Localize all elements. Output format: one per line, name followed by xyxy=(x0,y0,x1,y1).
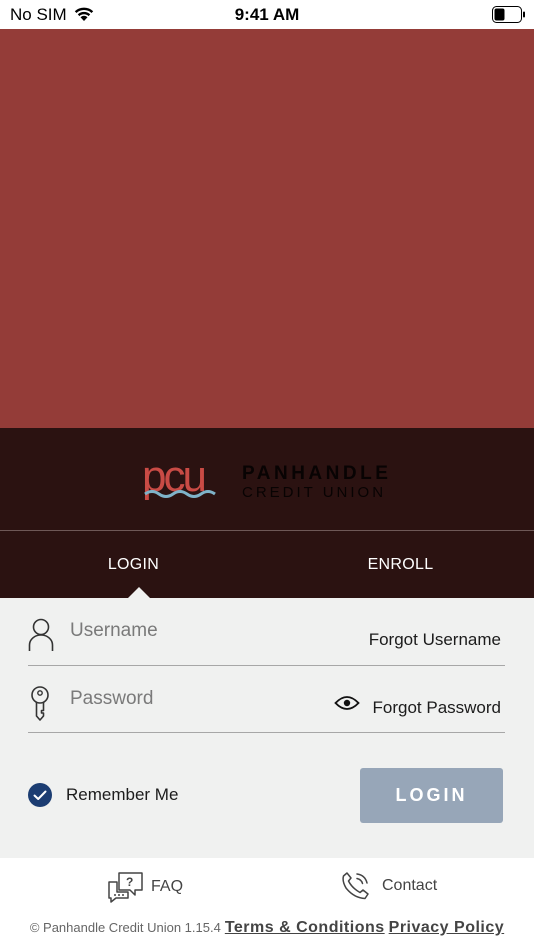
faq-link[interactable]: ? FAQ xyxy=(107,870,183,904)
eye-icon[interactable] xyxy=(334,695,360,711)
legal-row: © Panhandle Credit Union 1.15.4 Terms & … xyxy=(0,919,534,937)
pcu-logo: pcu PANHANDLE CREDIT UNION xyxy=(142,458,391,500)
remember-me-toggle[interactable]: Remember Me xyxy=(28,783,178,807)
user-icon xyxy=(28,618,54,651)
auth-tabs: LOGIN ENROLL xyxy=(0,531,534,598)
logo-name-line2: CREDIT UNION xyxy=(242,484,386,500)
faq-label: FAQ xyxy=(151,878,184,895)
clock-label: 9:41 AM xyxy=(234,5,300,24)
checkmark-icon[interactable] xyxy=(28,783,52,807)
terms-link[interactable]: Terms & Conditions xyxy=(225,919,385,937)
username-field: Forgot Username xyxy=(28,598,505,666)
key-icon xyxy=(31,686,49,721)
logo-name-line1: PANHANDLE xyxy=(242,463,391,484)
login-form: Forgot Username Forgot Password Remember… xyxy=(0,598,534,858)
svg-text:?: ? xyxy=(126,875,133,889)
faq-chat-icon: ? xyxy=(108,872,143,903)
login-button[interactable]: LOGIN xyxy=(360,768,503,823)
contact-link[interactable]: Contact xyxy=(340,870,437,902)
contact-label: Contact xyxy=(382,877,438,894)
active-tab-indicator xyxy=(128,587,150,598)
status-bar: No SIM 9:41 AM xyxy=(0,0,534,29)
forgot-password-link[interactable]: Forgot Password xyxy=(373,698,502,718)
footer: ? FAQ Contact © Panhandle Credit Union 1… xyxy=(0,858,534,950)
username-input[interactable] xyxy=(70,618,330,644)
tab-enroll[interactable]: ENROLL xyxy=(267,531,534,598)
forgot-username-link[interactable]: Forgot Username xyxy=(369,630,501,650)
brand-header: pcu PANHANDLE CREDIT UNION xyxy=(0,428,534,530)
password-field: Forgot Password xyxy=(28,666,505,733)
remember-me-label: Remember Me xyxy=(66,785,179,804)
battery-icon xyxy=(492,6,525,23)
privacy-link[interactable]: Privacy Policy xyxy=(389,919,505,937)
copyright-text: © Panhandle Credit Union 1.15.4 xyxy=(29,920,221,935)
password-input[interactable] xyxy=(70,686,330,712)
hero-banner xyxy=(0,29,534,428)
phone-icon xyxy=(342,872,369,900)
tab-enroll-label: ENROLL xyxy=(367,555,434,573)
tab-login-label: LOGIN xyxy=(107,555,160,573)
